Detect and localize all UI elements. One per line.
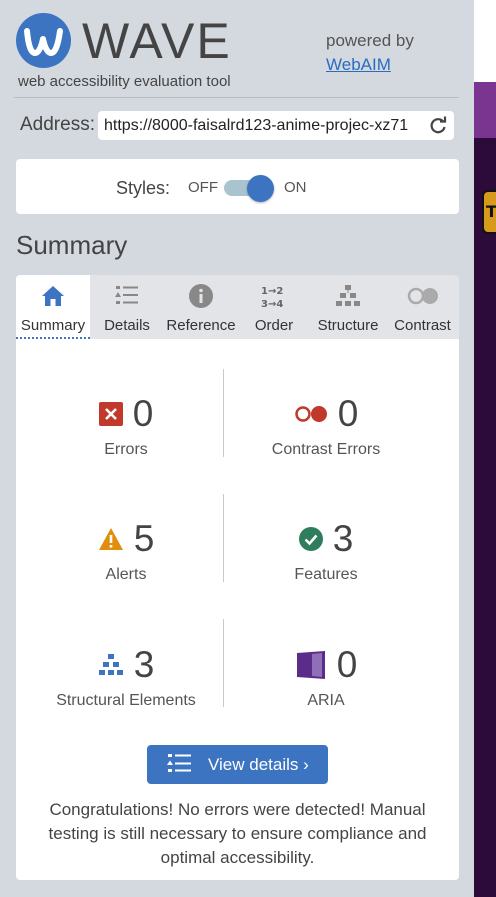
contrast-icon <box>407 287 438 305</box>
tab-label: Summary <box>20 317 86 334</box>
alerts-label: Alerts <box>105 566 147 583</box>
tab-structure[interactable]: Structure <box>310 275 386 339</box>
tab-label: Order <box>254 317 294 334</box>
wave-sidebar-panel: WAVE web accessibility evaluation tool p… <box>0 0 474 897</box>
structure-icon <box>98 654 123 675</box>
svg-text:3→4: 3→4 <box>261 299 283 309</box>
structure-icon <box>336 285 360 306</box>
refresh-icon[interactable] <box>428 115 448 135</box>
feature-check-icon <box>298 527 323 551</box>
features-label: Features <box>294 566 358 583</box>
header-divider <box>14 97 459 98</box>
page-preview-strip: T <box>474 0 496 897</box>
app-title: WAVE <box>82 13 232 69</box>
wave-logo-icon <box>16 13 71 68</box>
info-icon <box>189 284 213 308</box>
styles-on-label: ON <box>284 179 307 196</box>
structural-count: 3 <box>133 644 155 685</box>
details-list-icon <box>167 754 191 772</box>
contrast-error-icon <box>294 406 327 422</box>
styles-off-label: OFF <box>188 179 218 196</box>
features-count: 3 <box>332 518 354 559</box>
powered-by-text: powered by <box>326 31 414 50</box>
webaim-link[interactable]: WebAIM <box>326 55 391 75</box>
details-list-icon <box>115 286 138 304</box>
aria-count: 0 <box>336 644 358 685</box>
app-tagline: web accessibility evaluation tool <box>18 73 231 90</box>
tab-contrast[interactable]: Contrast <box>386 275 459 339</box>
errors-label: Errors <box>104 441 148 458</box>
contrast-errors-count: 0 <box>337 393 359 434</box>
tab-label: Reference <box>166 317 236 334</box>
address-box <box>98 111 454 140</box>
tab-reference[interactable]: Reference <box>164 275 238 339</box>
styles-card: Styles: OFF ON <box>16 159 459 214</box>
alerts-count: 5 <box>133 518 155 559</box>
tab-label: Details <box>104 317 150 334</box>
tab-order[interactable]: 1→2 3→4 Order <box>238 275 310 339</box>
page-preview-header <box>474 82 496 138</box>
tab-summary[interactable]: Summary <box>16 275 90 339</box>
summary-card: 0 Errors 0 Contrast Errors 5 Alerts 3 Fe… <box>16 339 459 880</box>
aria-icon <box>296 651 325 679</box>
contrast-errors-label: Contrast Errors <box>271 441 381 458</box>
errors-count: 0 <box>132 393 154 434</box>
aria-label: ARIA <box>307 692 345 709</box>
styles-label: Styles: <box>116 178 171 198</box>
page-preview-body <box>474 138 496 897</box>
order-icon: 1→23→4 <box>261 286 283 309</box>
home-icon <box>42 286 64 306</box>
tab-details[interactable]: Details <box>90 275 164 339</box>
congratulations-message: Congratulations! No errors were detected… <box>48 800 427 867</box>
structural-label: Structural Elements <box>56 692 196 709</box>
error-icon <box>98 402 123 426</box>
styles-toggle-knob[interactable] <box>247 175 274 202</box>
tab-label: Structure <box>317 317 379 334</box>
address-label: Address: <box>20 114 95 135</box>
alert-icon <box>98 528 123 550</box>
summary-heading: Summary <box>16 230 128 260</box>
address-input[interactable] <box>104 111 422 140</box>
tab-bar: Summary Details Reference 1→2 3→4 Order S… <box>16 275 459 339</box>
tab-label: Contrast <box>394 317 451 334</box>
wave-marker-icon[interactable]: T <box>482 190 496 234</box>
svg-text:1→2: 1→2 <box>261 286 283 297</box>
view-details-label: View details › <box>208 755 309 774</box>
view-details-button[interactable]: View details › <box>147 745 328 784</box>
